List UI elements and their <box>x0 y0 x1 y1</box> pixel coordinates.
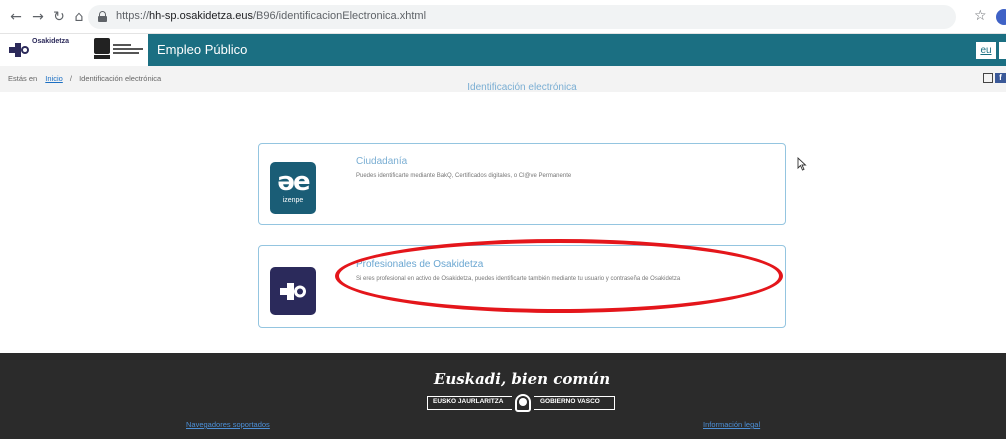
professional-login-card[interactable]: Profesionales de Osakidetza Si eres prof… <box>258 245 786 328</box>
footer-tagline: Euskadi, bien común <box>433 370 611 388</box>
site-header: Osakidetza Empleo Público eu <box>0 34 1006 66</box>
mouse-cursor-icon <box>797 157 807 171</box>
legal-info-link[interactable]: Información legal <box>703 420 760 429</box>
url-text[interactable]: https://hh-sp.osakidetza.eus/B96/identif… <box>116 10 426 22</box>
bookmark-star-icon[interactable]: ☆ <box>974 8 987 24</box>
home-icon[interactable]: ⌂ <box>71 9 87 25</box>
basque-government-logo <box>94 38 146 62</box>
site-footer: Euskadi, bien común EUSKO JAURLARITZA GO… <box>0 353 1006 439</box>
osakidetza-logo-icon[interactable] <box>9 40 31 60</box>
org-name: Osakidetza <box>32 38 69 45</box>
browser-toolbar: ← → ↻ ⌂ https://hh-sp.osakidetza.eus/B96… <box>0 0 1006 34</box>
profile-avatar[interactable] <box>996 9 1006 25</box>
back-arrow-icon[interactable]: ← <box>8 9 24 25</box>
osakidetza-symbol-icon <box>270 267 316 315</box>
lock-icon <box>98 11 107 22</box>
address-bar[interactable]: https://hh-sp.osakidetza.eus/B96/identif… <box>88 5 956 29</box>
supported-browsers-link[interactable]: Navegadores soportados <box>186 420 270 429</box>
page-title: Identificación electrónica <box>467 82 577 93</box>
card-description: Puedes identificarte mediante BakQ, Cert… <box>356 173 572 179</box>
tree-emblem-icon <box>512 392 534 414</box>
card-title[interactable]: Ciudadanía <box>356 156 407 167</box>
reload-icon[interactable]: ↻ <box>51 9 67 25</box>
izenpe-logo-icon: əe izenpe <box>270 162 316 214</box>
language-eu-button[interactable]: eu <box>976 42 996 59</box>
badge-right-text: GOBIERNO VASCO <box>540 398 600 405</box>
site-title[interactable]: Empleo Público <box>157 42 247 57</box>
citizen-login-card[interactable]: əe izenpe Ciudadanía Puedes identificart… <box>258 143 786 225</box>
government-badge: EUSKO JAURLARITZA GOBIERNO VASCO <box>427 392 615 414</box>
language-es-button[interactable] <box>999 42 1006 59</box>
logo-area: Osakidetza <box>0 34 148 66</box>
card-title[interactable]: Profesionales de Osakidetza <box>356 259 483 270</box>
card-description: Si eres profesional en activo de Osakide… <box>356 276 681 282</box>
badge-left-text: EUSKO JAURLARITZA <box>433 398 504 405</box>
forward-arrow-icon[interactable]: → <box>30 9 46 25</box>
